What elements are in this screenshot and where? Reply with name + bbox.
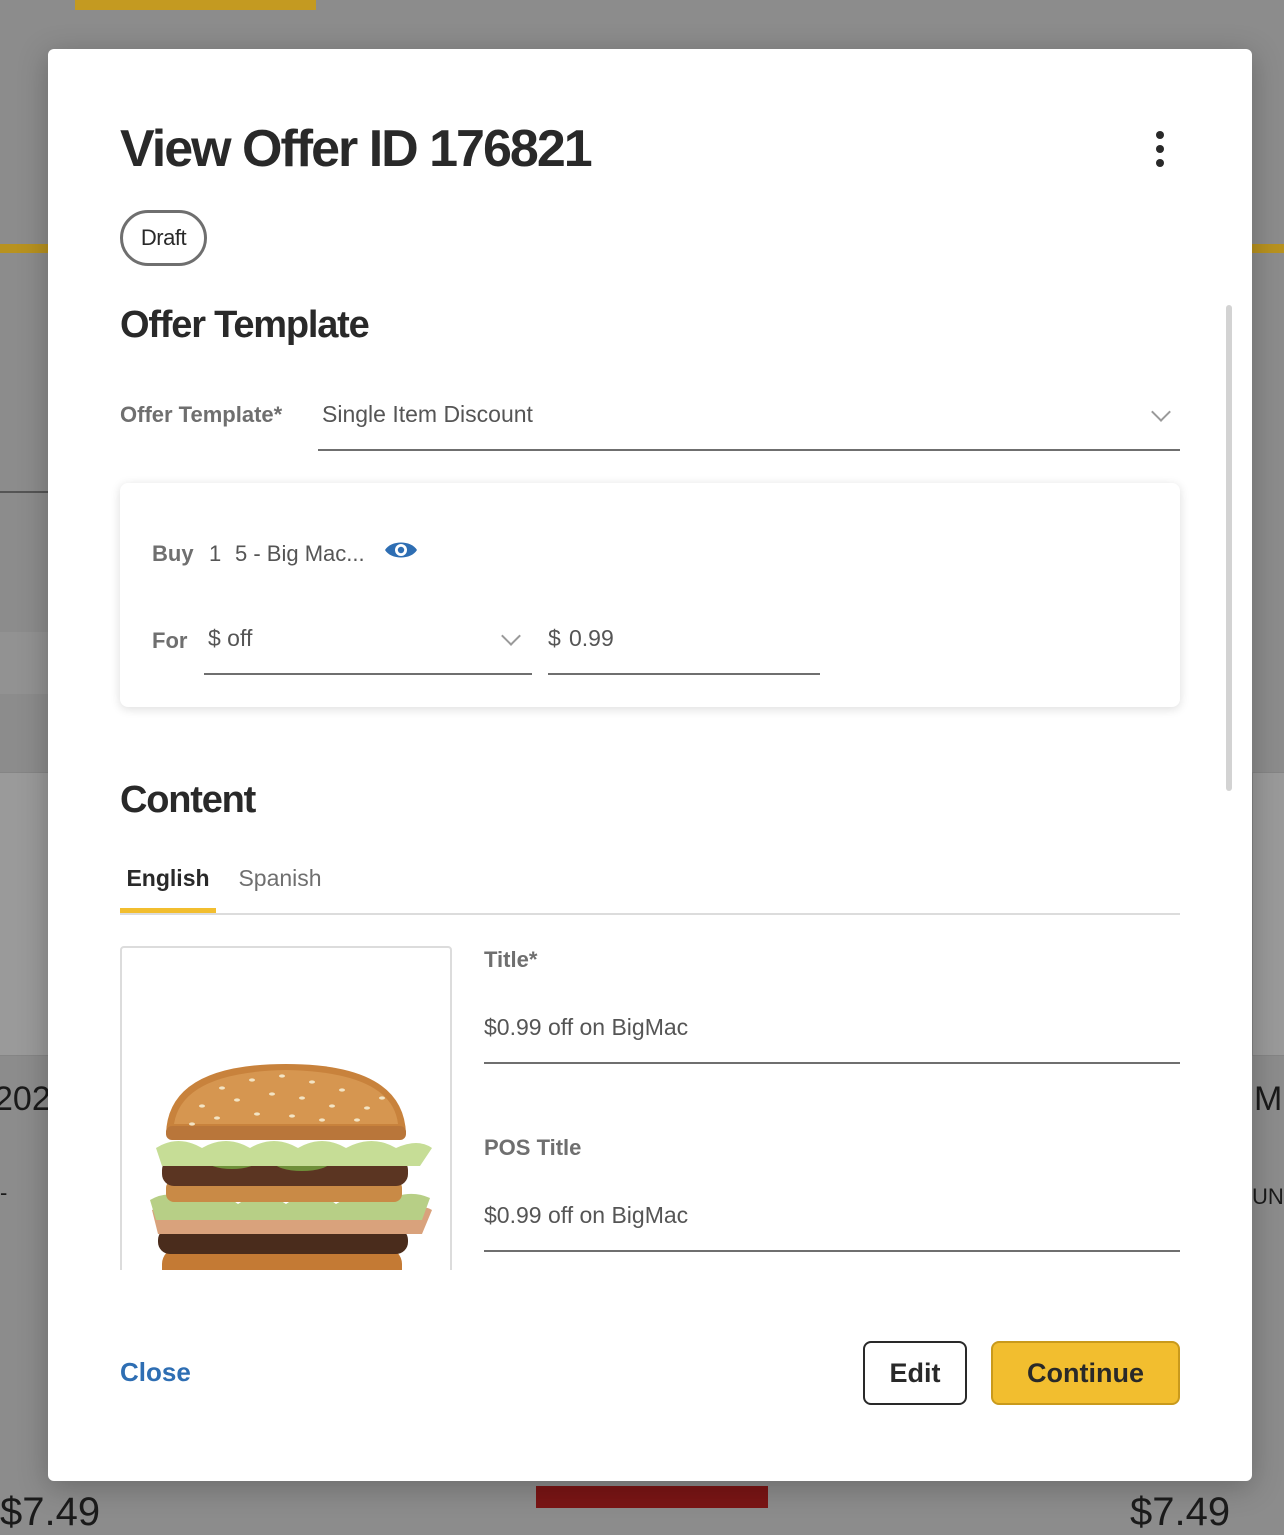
background-card <box>1252 772 1284 1056</box>
pos-title-underline <box>484 1250 1180 1252</box>
title-underline <box>484 1062 1180 1064</box>
modal-scrollbar[interactable] <box>1226 305 1232 791</box>
discount-type-value: $ off <box>208 625 253 651</box>
buy-label: Buy <box>152 541 194 566</box>
status-badge: Draft <box>120 210 207 266</box>
more-vertical-icon[interactable] <box>1140 129 1180 169</box>
view-offer-modal: View Offer ID 176821 Draft Offer Templat… <box>48 49 1252 1481</box>
big-mac-image <box>150 1064 432 1270</box>
chevron-down-icon <box>501 626 521 646</box>
close-link[interactable]: Close <box>120 1357 191 1388</box>
tab-spanish[interactable]: Spanish <box>230 857 330 913</box>
eye-icon[interactable] <box>384 539 418 561</box>
amount-prefix: $ <box>548 625 561 651</box>
background-active-tab <box>75 0 316 10</box>
title-input[interactable]: $0.99 off on BigMac <box>484 1014 688 1041</box>
offer-template-heading: Offer Template <box>120 304 370 346</box>
offer-image[interactable] <box>120 946 452 1270</box>
title-label: Title* <box>484 947 538 972</box>
background-card-text: M <box>1254 1080 1283 1118</box>
background-price: $7.49 <box>0 1490 101 1534</box>
background-divider <box>1252 244 1284 253</box>
pos-title-label: POS Title <box>484 1135 582 1160</box>
for-label: For <box>152 628 188 653</box>
background-card-text: UNT <box>1252 1184 1284 1209</box>
buy-quantity: 1 <box>209 541 222 566</box>
offer-template-label: Offer Template* <box>120 402 283 427</box>
discount-type-select[interactable]: $ off <box>204 611 532 675</box>
background-card <box>0 772 50 1056</box>
background-red-button <box>536 1486 768 1508</box>
modal-scroll-area[interactable]: View Offer ID 176821 Draft Offer Templat… <box>48 49 1252 1270</box>
language-tabs: English Spanish <box>120 857 1180 915</box>
content-heading: Content <box>120 779 256 821</box>
background-divider <box>0 491 48 493</box>
background-divider <box>0 244 48 253</box>
edit-button[interactable]: Edit <box>863 1341 967 1405</box>
buy-item: 5 - Big Mac... <box>235 541 365 566</box>
tab-english[interactable]: English <box>120 857 216 913</box>
buy-for-card: Buy 1 5 - Big Mac... For $ off $ 0.99 <box>120 483 1180 707</box>
continue-button[interactable]: Continue <box>991 1341 1180 1405</box>
amount-value: 0.99 <box>569 625 614 651</box>
background-card-text: - <box>0 1180 8 1205</box>
modal-title: View Offer ID 176821 <box>120 120 593 178</box>
chevron-down-icon <box>1151 402 1171 422</box>
background-price: $7.49 <box>1130 1490 1231 1534</box>
offer-template-select[interactable]: Single Item Discount <box>318 389 1180 451</box>
pos-title-input[interactable]: $0.99 off on BigMac <box>484 1202 688 1229</box>
background-panel <box>0 632 48 694</box>
offer-template-value: Single Item Discount <box>322 401 533 427</box>
discount-amount-input[interactable]: $ 0.99 <box>548 611 820 675</box>
